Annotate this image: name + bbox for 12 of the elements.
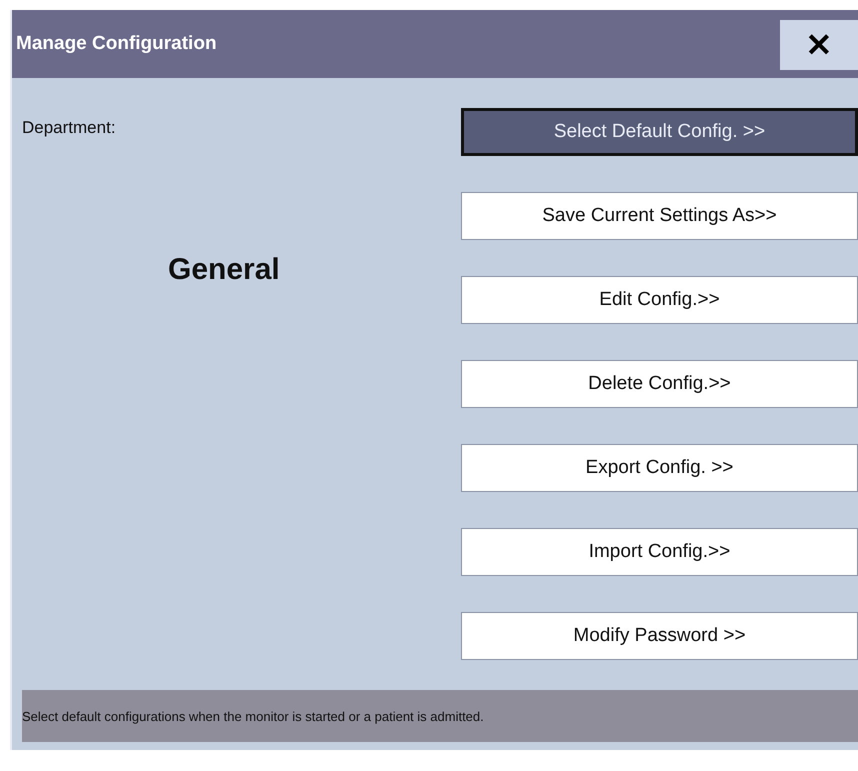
menu-button[interactable]: Edit Config.>>: [460, 276, 858, 324]
close-button[interactable]: ✕: [780, 20, 858, 70]
menu-button[interactable]: Delete Config.>>: [460, 360, 858, 408]
department-value: General: [168, 253, 280, 287]
status-text: Select default configurations when the monitor is started or a patient is admitted.: [22, 708, 484, 724]
menu-button[interactable]: Save Current Settings As>>: [460, 192, 858, 240]
menu-button[interactable]: Modify Password >>: [460, 612, 858, 660]
window-title: Manage Configuration: [16, 33, 217, 55]
menu-button[interactable]: Import Config.>>: [460, 528, 858, 576]
menu-button[interactable]: Select Default Config. >>: [460, 108, 858, 156]
department-label: Department:: [22, 118, 116, 138]
menu-button[interactable]: Export Config. >>: [460, 444, 858, 492]
